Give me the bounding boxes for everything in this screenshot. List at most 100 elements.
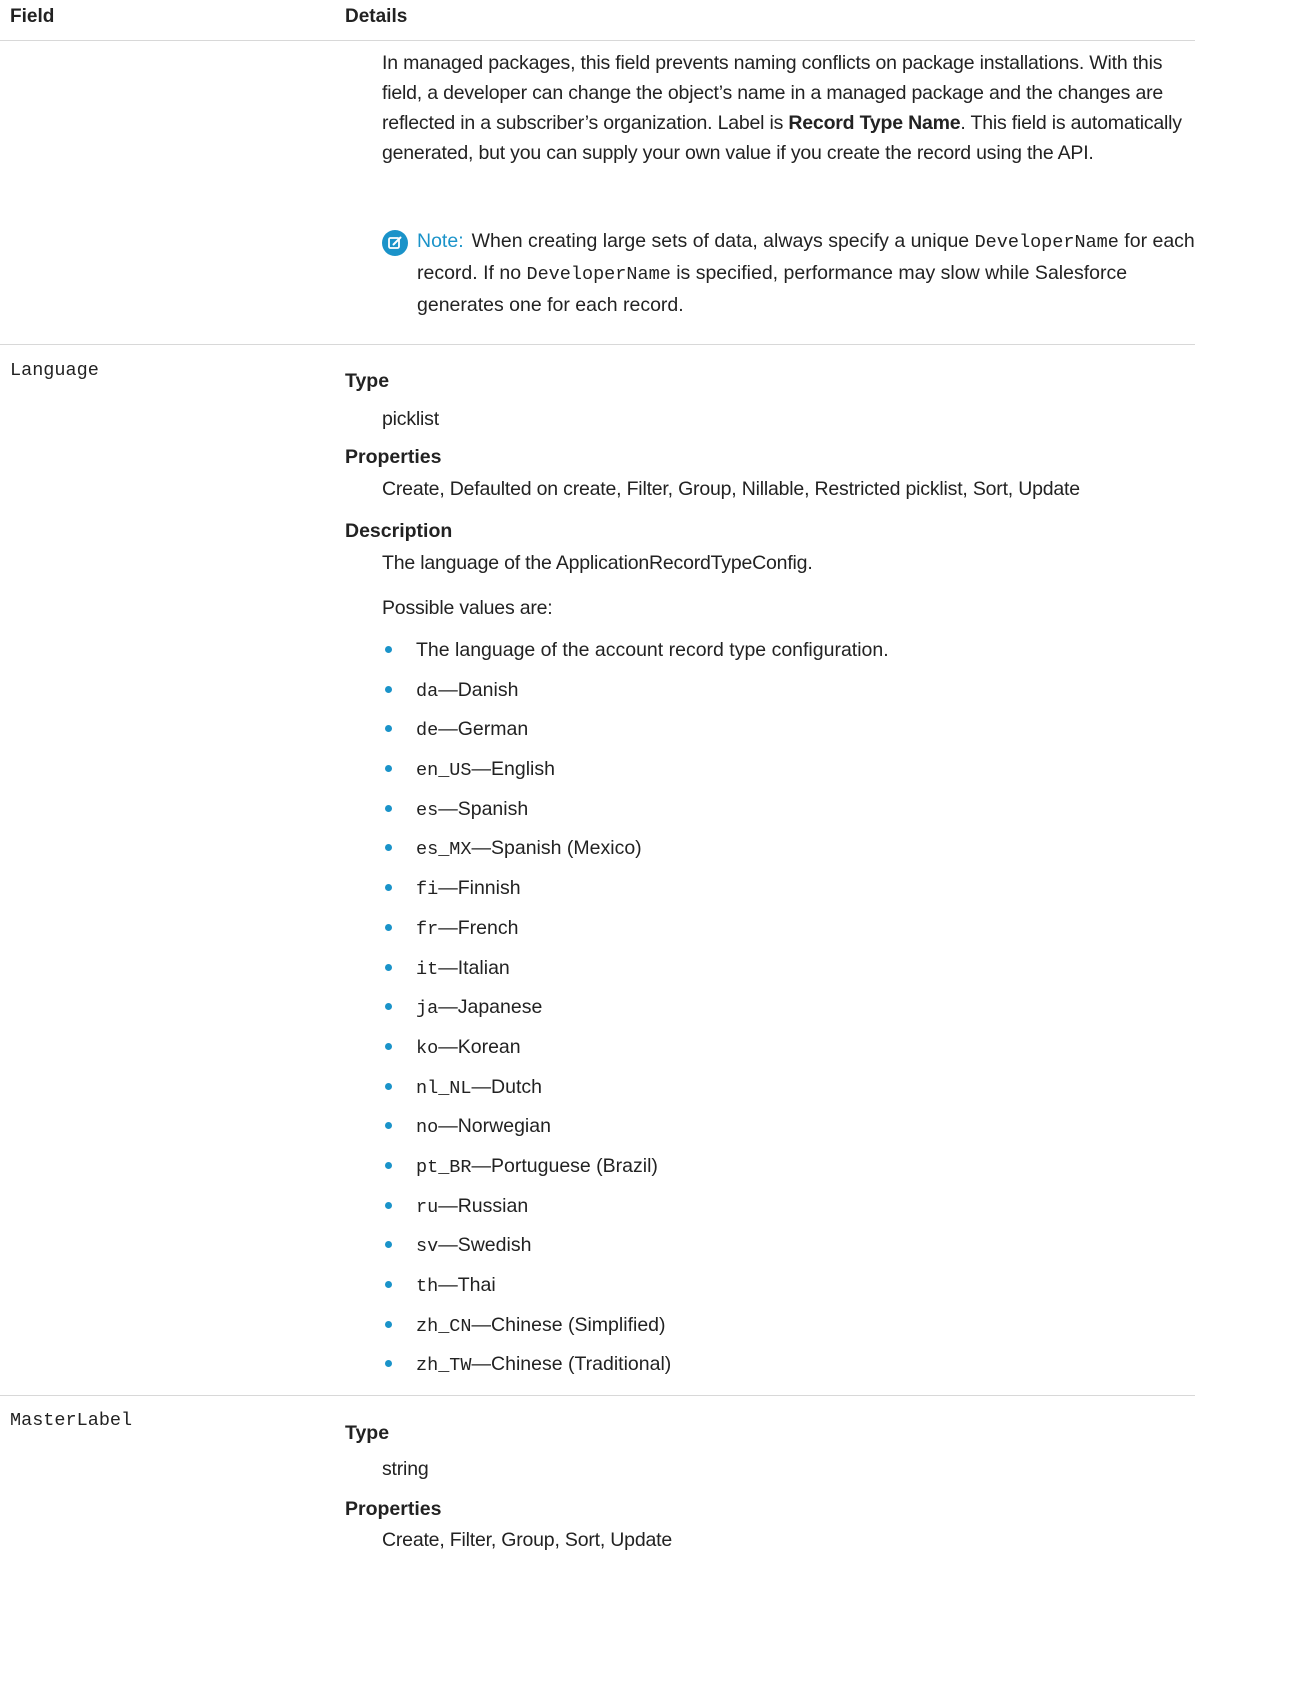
bullet-icon — [385, 725, 392, 733]
value-code: zh_TW — [416, 1355, 472, 1377]
value-text: —German — [438, 718, 529, 741]
value-text: —Dutch — [471, 1075, 542, 1098]
value-text: —Korean — [438, 1035, 521, 1058]
table-header-row: Field Details — [0, 0, 1195, 41]
value-code: no — [416, 1117, 439, 1139]
possible-values-intro: Possible values are: — [382, 597, 553, 619]
details-column-header: Details — [345, 6, 408, 27]
list-item: es_MX—Spanish (Mexico) — [382, 834, 889, 874]
list-item: zh_TW—Chinese (Traditional) — [382, 1350, 889, 1390]
list-item: ru—Russian — [382, 1192, 889, 1232]
developer-name-description: In managed packages, this field prevents… — [382, 48, 1182, 168]
field-reference-table: Field Details In managed packages, this … — [0, 0, 1301, 1705]
list-item: sv—Swedish — [382, 1231, 889, 1271]
properties-label: Properties — [345, 1498, 442, 1520]
value-code: da — [416, 680, 439, 702]
field-column-header: Field — [10, 6, 55, 27]
list-item: it—Italian — [382, 954, 889, 994]
value-code: nl_NL — [416, 1077, 472, 1099]
value-text: —Spanish (Mexico) — [471, 837, 642, 860]
list-item: ko—Korean — [382, 1033, 889, 1073]
bullet-icon — [385, 1161, 392, 1169]
value-code: es_MX — [416, 839, 472, 861]
properties-label: Properties — [345, 446, 442, 468]
value-code: sv — [416, 1236, 439, 1258]
bullet-icon — [385, 1281, 392, 1288]
list-item: fi—Finnish — [382, 874, 889, 914]
type-value: picklist — [382, 408, 439, 430]
value-code: it — [416, 958, 439, 980]
field-name-master-label: MasterLabel — [10, 1410, 133, 1431]
value-text: —Swedish — [438, 1234, 532, 1257]
value-text: —Chinese (Simplified) — [471, 1313, 666, 1336]
value-code: es — [416, 799, 439, 821]
value-code: ru — [416, 1196, 439, 1218]
value-text: —Spanish — [438, 797, 529, 820]
value-code: th — [416, 1276, 439, 1297]
value-text: —Danish — [438, 678, 519, 701]
bullet-icon — [385, 1122, 392, 1130]
value-code: de — [416, 720, 439, 742]
value-text: —Russian — [438, 1194, 529, 1217]
value-code: fi — [416, 879, 439, 901]
value-text: —Portuguese (Brazil) — [471, 1154, 658, 1177]
value-code: ja — [416, 998, 439, 1020]
bullet-icon — [385, 685, 392, 693]
record-type-name-label: Record Type Name — [788, 112, 961, 134]
note-text-part: When creating large sets of data, always… — [471, 230, 975, 252]
list-item: nl_NL—Dutch — [382, 1073, 889, 1113]
value-text: —English — [471, 758, 555, 781]
list-item: en_US—English — [382, 755, 889, 795]
list-item: es—Spanish — [382, 795, 889, 835]
note-code: DeveloperName — [526, 264, 671, 285]
row-divider — [0, 1395, 1195, 1396]
value-code: fr — [416, 918, 439, 940]
bullet-icon — [385, 804, 392, 812]
bullet-icon — [385, 884, 392, 892]
properties-value: Create, Defaulted on create, Filter, Gro… — [382, 478, 1080, 500]
list-item: no—Norwegian — [382, 1112, 889, 1152]
bullet-icon — [385, 1360, 392, 1368]
value-text: —Norwegian — [438, 1115, 551, 1138]
note-text: Note: When creating large sets of data, a… — [417, 226, 1197, 320]
bullet-icon — [385, 646, 392, 653]
list-item: de—German — [382, 715, 889, 755]
value-code: pt_BR — [416, 1156, 472, 1178]
properties-value: Create, Filter, Group, Sort, Update — [382, 1529, 672, 1551]
type-label: Type — [345, 370, 390, 392]
bullet-icon — [385, 1320, 392, 1328]
value-text: —Thai — [438, 1274, 496, 1296]
value-text: —Japanese — [438, 996, 543, 1019]
list-item: zh_CN—Chinese (Simplified) — [382, 1311, 889, 1351]
bullet-icon — [385, 1003, 392, 1011]
value-text: —French — [438, 916, 519, 939]
value-text: The language of the account record type … — [416, 639, 889, 661]
note-label: Note: — [417, 230, 464, 252]
value-code: zh_CN — [416, 1315, 472, 1337]
description-value: The language of the ApplicationRecordTyp… — [382, 552, 813, 574]
list-item: The language of the account record type … — [382, 636, 889, 676]
list-item: ja—Japanese — [382, 993, 889, 1033]
bullet-icon — [385, 765, 392, 773]
value-text: —Finnish — [438, 877, 521, 900]
bullet-icon — [385, 1201, 392, 1209]
row-divider — [0, 344, 1195, 345]
bullet-icon — [385, 963, 392, 971]
type-value: string — [382, 1458, 429, 1480]
edit-note-icon — [382, 230, 408, 256]
value-code: ko — [416, 1037, 439, 1059]
value-text: —Italian — [438, 956, 510, 979]
description-label: Description — [345, 520, 453, 542]
list-item: pt_BR—Portuguese (Brazil) — [382, 1152, 889, 1192]
bullet-icon — [385, 1241, 392, 1249]
value-text: —Chinese (Traditional) — [471, 1353, 672, 1376]
field-name-language: Language — [10, 360, 99, 381]
note-code: DeveloperName — [974, 232, 1119, 253]
language-values-list: The language of the account record type … — [382, 636, 889, 1390]
bullet-icon — [385, 1082, 392, 1090]
list-item: th—Thai — [382, 1271, 889, 1311]
bullet-icon — [385, 923, 392, 931]
list-item: da—Danish — [382, 676, 889, 716]
type-label: Type — [345, 1422, 390, 1444]
list-item: fr—French — [382, 914, 889, 954]
